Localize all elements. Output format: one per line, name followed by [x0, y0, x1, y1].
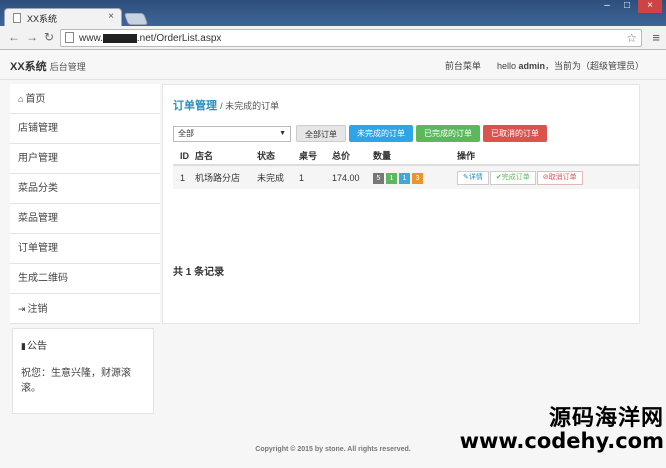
cell-actions: ✎详情 ✔完成订单 ⊘取消订单	[457, 164, 639, 189]
cancel-order-button[interactable]: ⊘取消订单	[536, 170, 583, 185]
minimize-icon[interactable]: –	[598, 0, 616, 13]
qty-badge: 1	[399, 172, 410, 184]
reload-icon[interactable]: ↻	[44, 30, 54, 44]
top-navbar: XX系统 后台管理 前台菜单 hello admin，当前为（超级管理员）	[0, 50, 666, 80]
sidebar-item-orders[interactable]: 订单管理	[10, 234, 160, 264]
sidebar-item-users[interactable]: 用户管理	[10, 144, 160, 174]
browser-titlebar: XX系统 × – □ ×	[0, 0, 666, 27]
orders-table: ID 店名 状态 桌号 总价 数量 操作 1 机场路分店 未完成 1 174.0…	[173, 147, 639, 189]
column-header: 桌号	[299, 147, 332, 166]
column-header: 状态	[257, 147, 299, 166]
menu-icon[interactable]: ≡	[652, 30, 660, 45]
page-icon	[65, 32, 74, 43]
sidebar-item-shops[interactable]: 店铺管理	[10, 114, 160, 144]
pending-orders-button[interactable]: 未完成的订单	[349, 125, 413, 142]
browser-toolbar: ← → ↻ www. .net/OrderList.aspx ☆ ≡	[0, 26, 666, 50]
bookmark-icon: ▮	[21, 341, 26, 351]
sidebar-item-logout[interactable]: ⇥ 注销	[10, 294, 160, 324]
sidebar-item-dish-categories[interactable]: 菜品分类	[10, 174, 160, 204]
record-count: 共 1 条记录	[173, 267, 225, 278]
browser-tab[interactable]: XX系统 ×	[4, 8, 122, 27]
maximize-icon[interactable]: □	[618, 0, 636, 13]
cell-id: 1	[173, 164, 195, 189]
column-header: 数量	[373, 147, 457, 166]
watermark-url: www.codehy.com	[459, 429, 664, 453]
table-header-row: ID 店名 状态 桌号 总价 数量 操作	[173, 147, 639, 166]
status-select[interactable]: 全部 ▼	[173, 125, 291, 142]
page-subtitle: 未完成的订单	[225, 101, 280, 111]
sidebar-item-home[interactable]: ⌂ 首页	[10, 84, 160, 114]
table-row: 1 机场路分店 未完成 1 174.00 5113 ✎详情 ✔完成订单 ⊘取消订单	[173, 164, 639, 189]
bookmark-star-icon[interactable]: ☆	[626, 31, 637, 45]
cell-qty: 5113	[373, 164, 457, 189]
qty-badge: 5	[373, 172, 384, 184]
sidebar-item-dishes[interactable]: 菜品管理	[10, 204, 160, 234]
page-title: 订单管理	[173, 100, 217, 112]
cell-total: 174.00	[332, 164, 373, 189]
page-icon	[13, 13, 21, 23]
watermark-title: 源码海洋网	[548, 406, 664, 431]
notice-body: 祝您：生意兴隆，财源滚滚。	[21, 368, 131, 394]
chevron-down-icon: ▼	[279, 129, 286, 137]
user-info: hello admin，当前为（超级管理员）	[496, 61, 644, 71]
sidebar-item-qrcode[interactable]: 生成二维码	[10, 264, 160, 294]
completed-orders-button[interactable]: 已完成的订单	[416, 125, 480, 142]
cell-status: 未完成	[257, 164, 299, 189]
notice-title: ▮公告	[21, 341, 47, 352]
watermark: 源码海洋网 www.codehy.com	[460, 408, 664, 452]
close-tab-icon[interactable]: ×	[108, 11, 114, 22]
home-icon: ⌂	[18, 94, 24, 104]
all-orders-button[interactable]: 全部订单	[296, 125, 346, 142]
url-text: www. .net/OrderList.aspx	[79, 33, 222, 44]
column-header: 操作	[457, 147, 639, 166]
address-bar[interactable]: www. .net/OrderList.aspx ☆	[60, 29, 642, 47]
finish-order-button[interactable]: ✔完成订单	[489, 170, 536, 185]
front-menu-link[interactable]: 前台菜单	[445, 59, 481, 72]
cell-shop: 机场路分店	[195, 164, 257, 189]
detail-button[interactable]: ✎详情	[457, 170, 489, 185]
column-header: 总价	[332, 147, 373, 166]
forward-icon[interactable]: →	[26, 30, 38, 44]
logout-icon: ⇥	[18, 304, 26, 314]
column-header: 店名	[195, 147, 257, 166]
main-content: 订单管理 / 未完成的订单 全部 ▼ 全部订单 未完成的订单 已完成的订单 已取消…	[162, 84, 640, 324]
tab-title: XX系统	[27, 14, 58, 24]
sidebar: ⌂ 首页 店铺管理 用户管理 菜品分类 菜品管理 订单管理 生成二维码 ⇥ 注销 ▮…	[10, 84, 160, 468]
new-tab-button[interactable]	[123, 13, 149, 25]
cell-table-no: 1	[299, 164, 332, 189]
breadcrumb: 订单管理 / 未完成的订单	[173, 100, 280, 112]
qty-badge: 3	[412, 172, 423, 184]
qty-badge: 1	[386, 172, 397, 184]
obscured-host	[102, 33, 137, 43]
column-header: ID	[173, 147, 195, 166]
back-icon[interactable]: ←	[8, 30, 20, 44]
filter-bar: 全部 ▼ 全部订单 未完成的订单 已完成的订单 已取消的订单	[173, 125, 547, 142]
close-window-icon[interactable]: ×	[638, 0, 662, 13]
brand-subtitle: 后台管理	[49, 62, 86, 72]
notice-panel: ▮公告 祝您：生意兴隆，财源滚滚。	[12, 328, 154, 414]
brand[interactable]: XX系统 后台管理	[10, 58, 86, 74]
cancelled-orders-button[interactable]: 已取消的订单	[483, 125, 547, 142]
navbar-right: 前台菜单 hello admin，当前为（超级管理员）	[445, 59, 644, 72]
window-controls: – □ ×	[598, 0, 662, 13]
